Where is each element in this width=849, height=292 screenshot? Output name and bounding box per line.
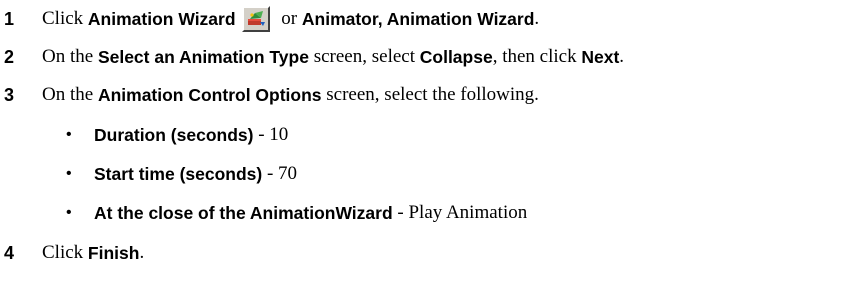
step-text: Click <box>42 242 88 263</box>
step-text: . <box>139 242 145 263</box>
option-label: At the close of the AnimationWizard <box>94 202 393 223</box>
option-label: Duration (seconds) <box>94 124 254 145</box>
step-text: . <box>619 46 625 67</box>
ui-term-collapse: Collapse <box>419 46 493 67</box>
step-text: or <box>276 8 302 29</box>
step-number: 2 <box>4 46 15 67</box>
option-value: - 10 <box>253 124 289 145</box>
ui-term-animation-wizard: Animation Wizard <box>87 8 236 29</box>
step-text: screen, select the following. <box>321 84 539 105</box>
step-text: On the <box>42 46 98 67</box>
ui-term-finish: Finish <box>87 242 140 263</box>
bullet-item: • Start time (seconds) - 70 <box>66 159 297 189</box>
step-text: screen, select <box>308 46 420 67</box>
step-number: 3 <box>4 84 15 105</box>
ui-term-select-animation-type: Select an Animation Type <box>97 46 309 67</box>
bullet-item: • At the close of the AnimationWizard - … <box>66 198 527 228</box>
animation-wizard-icon <box>241 6 270 32</box>
bullet-item: • Duration (seconds) - 10 <box>66 120 288 150</box>
bullet-icon: • <box>66 165 72 182</box>
step-number: 1 <box>4 8 15 29</box>
step-text: On the <box>42 84 98 105</box>
step-text: Click <box>42 8 88 29</box>
step-text: , then click <box>492 46 582 67</box>
step-4: 4 Click Finish . <box>0 238 144 268</box>
bullet-icon: • <box>66 204 72 221</box>
option-value: - 70 <box>262 163 298 184</box>
ui-term-animation-control-options: Animation Control Options <box>97 84 322 105</box>
step-text: . <box>534 8 540 29</box>
bullet-icon: • <box>66 126 72 143</box>
step-1: 1 Click Animation Wizard or Animator, An… <box>0 4 539 34</box>
step-3: 3 On the Animation Control Options scree… <box>0 80 539 110</box>
step-2: 2 On the Select an Animation Type screen… <box>0 42 624 72</box>
ui-term-menu-path: Animator, Animation Wizard <box>301 8 535 29</box>
ui-term-next: Next <box>581 46 620 67</box>
option-value: - Play Animation <box>392 202 528 223</box>
option-label: Start time (seconds) <box>94 163 263 184</box>
instruction-list: 1 Click Animation Wizard or Animator, An… <box>0 0 849 292</box>
step-number: 4 <box>4 242 15 263</box>
